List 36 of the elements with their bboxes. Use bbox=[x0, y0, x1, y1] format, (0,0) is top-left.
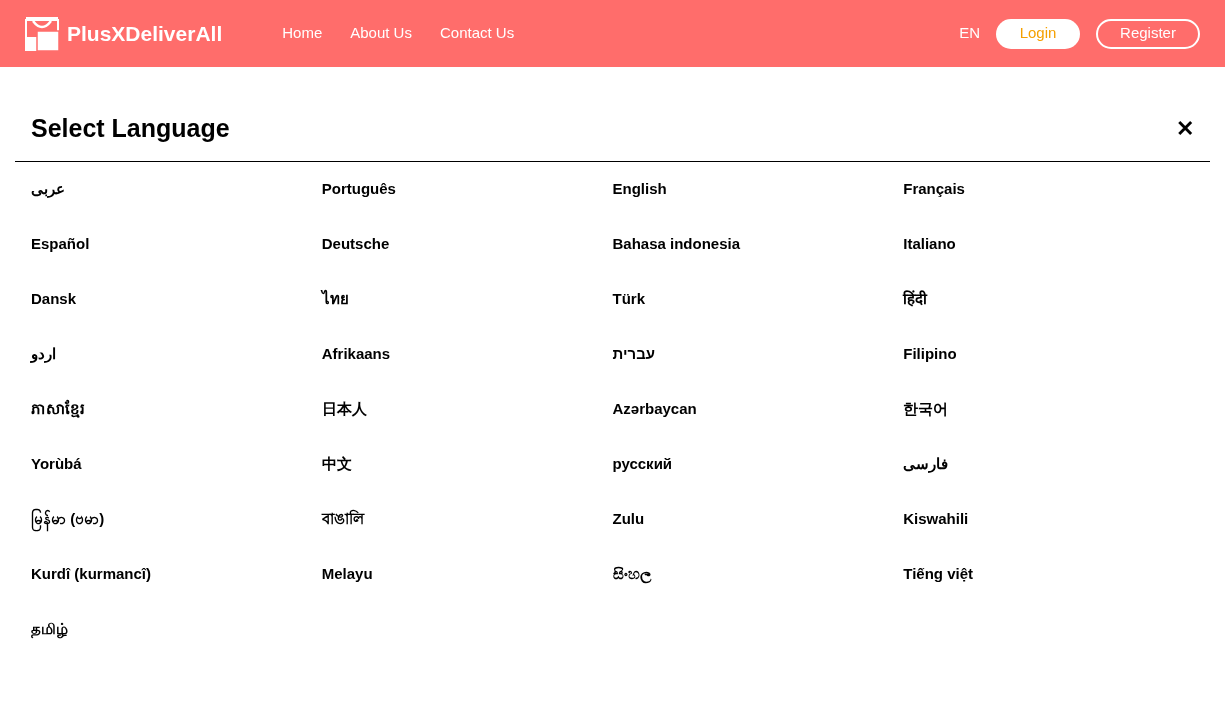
language-option[interactable]: සිංහල bbox=[612, 563, 651, 586]
close-button[interactable]: ✕ bbox=[1176, 118, 1194, 140]
language-option[interactable]: Afrikaans bbox=[321, 343, 391, 366]
language-option[interactable]: русский bbox=[612, 453, 673, 476]
language-option[interactable]: Tiếng việt bbox=[903, 563, 973, 586]
language-option[interactable]: हिंदी bbox=[903, 288, 928, 311]
language-option[interactable]: Français bbox=[903, 178, 965, 201]
language-option[interactable]: فارسی bbox=[903, 453, 949, 476]
language-option[interactable]: ไทย bbox=[321, 288, 349, 311]
language-option[interactable]: Italiano bbox=[903, 233, 956, 256]
language-option[interactable]: বাঙালি bbox=[321, 508, 364, 531]
language-option[interactable]: Dansk bbox=[31, 288, 77, 311]
language-option[interactable]: Yorùbá bbox=[31, 453, 82, 476]
language-option[interactable]: 日本人 bbox=[321, 398, 367, 421]
language-option[interactable]: Azərbaycan bbox=[612, 398, 697, 421]
language-option[interactable]: Deutsche bbox=[321, 233, 390, 256]
language-option[interactable]: Zulu bbox=[612, 508, 645, 531]
language-option[interactable]: 中文 bbox=[321, 453, 352, 476]
language-option[interactable]: Melayu bbox=[321, 563, 373, 586]
language-option[interactable]: தமிழ் bbox=[31, 618, 68, 641]
dialog-title: Select Language bbox=[31, 113, 230, 145]
shopping-bag-logo-icon bbox=[25, 16, 59, 51]
language-option[interactable]: Português bbox=[321, 178, 396, 201]
language-option[interactable]: Español bbox=[31, 233, 90, 256]
language-option[interactable]: Kurdî (kurmancî) bbox=[31, 563, 151, 586]
language-option[interactable]: עברית bbox=[612, 343, 655, 366]
language-option[interactable]: ភាសាខ្មែរ bbox=[31, 398, 85, 421]
language-option[interactable]: 한국어 bbox=[903, 398, 949, 421]
language-option[interactable]: မြန်မာ (ဗမာ) bbox=[31, 508, 105, 531]
language-option[interactable]: عربى bbox=[31, 178, 65, 201]
language-option[interactable]: Bahasa indonesia bbox=[612, 233, 741, 256]
language-option[interactable]: Kiswahili bbox=[903, 508, 969, 531]
language-option[interactable]: اردو bbox=[31, 343, 56, 366]
language-option[interactable]: English bbox=[612, 178, 667, 201]
language-option[interactable]: Filipino bbox=[903, 343, 957, 366]
language-option[interactable]: Türk bbox=[612, 288, 645, 311]
